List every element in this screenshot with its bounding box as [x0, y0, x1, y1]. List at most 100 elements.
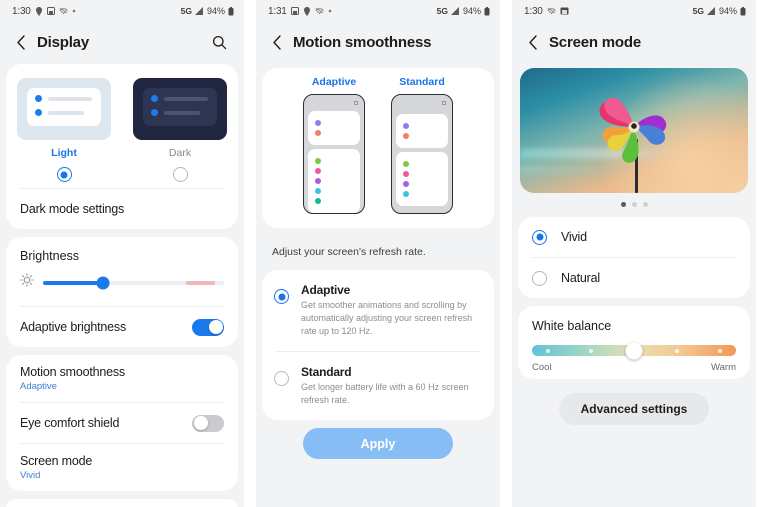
- app-bar: Display: [0, 22, 244, 62]
- dot-icon: [328, 9, 332, 13]
- light-theme-radio[interactable]: [56, 167, 72, 182]
- adaptive-brightness-toggle[interactable]: [192, 318, 224, 336]
- status-network: 5G: [436, 6, 448, 16]
- app-bar: Motion smoothness: [256, 22, 500, 62]
- phone-screen-display: 1:30 5G 94% Display Light Dark Dark mode…: [0, 0, 244, 507]
- status-time: 1:30: [12, 5, 31, 17]
- page-dot-3[interactable]: [642, 202, 648, 207]
- theme-option-dark[interactable]: Dark: [122, 78, 238, 182]
- location-icon: [303, 6, 311, 16]
- option-natural-radio[interactable]: [532, 270, 547, 286]
- status-bar: 1:30 5G 94%: [0, 0, 244, 22]
- adaptive-brightness-label: Adaptive brightness: [20, 320, 126, 334]
- page-dot-1[interactable]: [620, 202, 626, 207]
- option-standard-desc: Get longer battery life with a 60 Hz scr…: [301, 382, 469, 406]
- brightness-slider-track[interactable]: [43, 276, 224, 289]
- display-options-card: Motion smoothness Adaptive Eye comfort s…: [6, 355, 238, 491]
- page-title: Display: [37, 33, 89, 51]
- advanced-settings-button[interactable]: Advanced settings: [558, 393, 710, 425]
- partially-visible-card[interactable]: Font size and style: [6, 499, 238, 507]
- option-vivid-label: Vivid: [561, 230, 587, 244]
- white-balance-slider-track[interactable]: [532, 342, 736, 359]
- status-battery-pct: 94%: [206, 6, 225, 16]
- brightness-card: Brightness Adaptive brightness: [6, 237, 238, 347]
- save-icon: [290, 7, 299, 15]
- brightness-slider-thumb[interactable]: [96, 276, 110, 289]
- motion-smoothness-value: Adaptive: [20, 381, 57, 392]
- dark-theme-label: Dark: [168, 147, 192, 159]
- row-eye-comfort-shield[interactable]: Eye comfort shield: [6, 403, 238, 443]
- option-adaptive-radio[interactable]: [274, 289, 289, 304]
- option-adaptive-desc: Get smoother animations and scrolling by…: [301, 300, 473, 337]
- option-adaptive[interactable]: Adaptive Get smoother animations and scr…: [262, 270, 494, 351]
- back-button[interactable]: [10, 31, 32, 53]
- dark-mode-settings-label: Dark mode settings: [20, 202, 125, 216]
- screen-mode-value: Vivid: [20, 470, 41, 481]
- search-icon: [212, 35, 226, 49]
- status-time: 1:30: [524, 5, 543, 17]
- brightness-extra-segment: [186, 280, 215, 285]
- settings-scroll-area[interactable]: Vivid Natural White balance Cool Warm Ad…: [512, 62, 756, 507]
- page-title: Screen mode: [549, 33, 642, 51]
- battery-icon: [484, 6, 490, 16]
- signal-icon: [706, 7, 716, 15]
- refresh-rate-options-card: Adaptive Get smoother animations and scr…: [262, 270, 494, 421]
- status-time: 1:31: [268, 5, 287, 17]
- battery-icon: [228, 6, 234, 16]
- page-dot-2[interactable]: [631, 202, 637, 207]
- back-button[interactable]: [522, 31, 544, 53]
- theme-option-light[interactable]: Light: [6, 78, 122, 182]
- row-dark-mode-settings[interactable]: Dark mode settings: [6, 189, 238, 229]
- wifi-icon: [546, 7, 556, 15]
- light-theme-label: Light: [51, 147, 77, 159]
- settings-scroll-area[interactable]: Adaptive Standard Adjust your screen's r…: [256, 62, 500, 507]
- row-motion-smoothness[interactable]: Motion smoothness Adaptive: [6, 355, 238, 402]
- refresh-rate-illustration-card: Adaptive Standard: [262, 68, 494, 228]
- wifi-icon: [314, 7, 324, 15]
- screen-mode-label: Screen mode: [20, 454, 93, 468]
- option-natural[interactable]: Natural: [518, 258, 750, 298]
- panel-gap: [500, 0, 512, 507]
- option-vivid[interactable]: Vivid: [518, 217, 750, 257]
- search-button[interactable]: [208, 31, 230, 53]
- screen-mode-preview-image[interactable]: [520, 68, 748, 193]
- mockup-adaptive-title: Adaptive: [311, 76, 357, 88]
- option-standard-title: Standard: [301, 365, 352, 380]
- brightness-icon: [20, 273, 34, 292]
- theme-chooser: Light Dark: [6, 64, 238, 188]
- battery-icon: [740, 6, 746, 16]
- motion-smoothness-label: Motion smoothness: [20, 365, 125, 379]
- settings-scroll-area[interactable]: Light Dark Dark mode settings Brightness…: [0, 62, 244, 507]
- cutoff-row-label: Font size and style: [6, 499, 238, 507]
- dark-theme-radio[interactable]: [172, 167, 188, 182]
- phone-screen-screen-mode: 1:30 5G 94% Screen mode Vivid Natural Wh…: [512, 0, 756, 507]
- status-battery-pct: 94%: [718, 6, 737, 16]
- app-bar: Screen mode: [512, 22, 756, 62]
- panel-gap: [244, 0, 256, 507]
- three-phone-screenshots: 1:30 5G 94% Display Light Dark Dark mode…: [0, 0, 769, 507]
- apply-button[interactable]: Apply: [303, 428, 453, 460]
- mockup-adaptive: Adaptive: [303, 76, 365, 214]
- phone-screen-motion-smoothness: 1:31 5G 94% Motion smoothness Adaptive S…: [256, 0, 500, 507]
- white-balance-slider-thumb[interactable]: [625, 342, 643, 359]
- white-balance-card: White balance Cool Warm: [518, 306, 750, 379]
- theme-card: Light Dark Dark mode settings: [6, 64, 238, 229]
- option-standard[interactable]: Standard Get longer battery life with a …: [262, 352, 494, 420]
- brightness-slider-row[interactable]: [6, 263, 238, 306]
- signal-icon: [450, 7, 460, 15]
- option-standard-radio[interactable]: [274, 371, 289, 387]
- status-bar: 1:31 5G 94%: [256, 0, 500, 22]
- dark-theme-preview: [133, 78, 227, 140]
- back-button[interactable]: [266, 31, 288, 53]
- chevron-left-icon: [528, 34, 537, 50]
- adaptive-phone-mockup: [303, 94, 365, 214]
- light-theme-preview: [17, 78, 111, 140]
- row-screen-mode[interactable]: Screen mode Vivid: [6, 444, 238, 491]
- eye-comfort-shield-toggle[interactable]: [192, 414, 224, 432]
- location-icon: [35, 6, 43, 16]
- row-adaptive-brightness[interactable]: Adaptive brightness: [6, 307, 238, 347]
- preview-page-dots[interactable]: [512, 193, 756, 217]
- white-balance-cool-label: Cool: [532, 362, 552, 373]
- chevron-left-icon: [16, 34, 25, 50]
- option-vivid-radio[interactable]: [532, 229, 547, 245]
